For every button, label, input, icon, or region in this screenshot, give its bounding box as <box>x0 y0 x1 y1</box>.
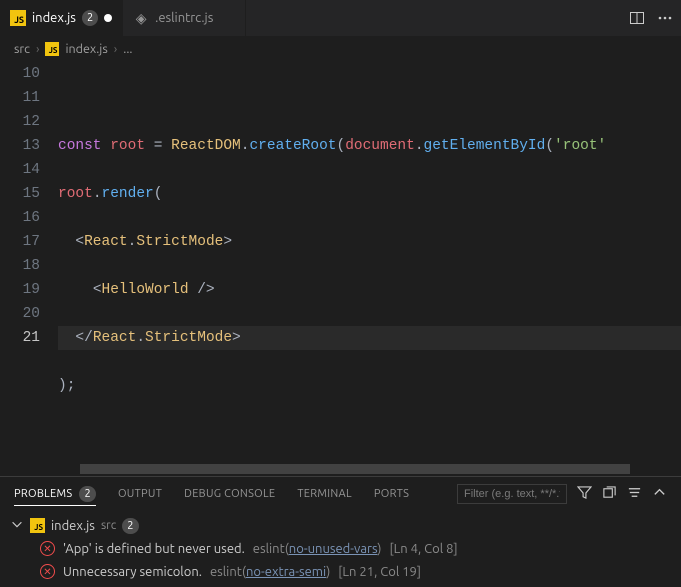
horizontal-scrollbar[interactable] <box>60 464 667 476</box>
dirty-indicator-icon <box>104 14 112 22</box>
problem-item[interactable]: ✕ 'App' is defined but never used. eslin… <box>10 537 671 560</box>
problems-file-path: src <box>101 519 116 532</box>
problems-file-name: index.js <box>51 519 95 533</box>
code-line[interactable]: const root = ReactDOM.createRoot(documen… <box>58 134 681 158</box>
js-file-icon: JS <box>45 42 59 56</box>
tab-eslintrc-js[interactable]: ◈ .eslintrc.js <box>123 0 246 36</box>
code-line[interactable]: </React.StrictMode> <box>58 326 681 350</box>
line-number: 12 <box>0 110 40 134</box>
code-content[interactable]: const root = ReactDOM.createRoot(documen… <box>58 62 681 464</box>
bottom-panel: PROBLEMS 2 OUTPUT DEBUG CONSOLE TERMINAL… <box>0 476 681 587</box>
error-icon: ✕ <box>40 541 55 556</box>
chevron-right-icon: › <box>114 42 118 56</box>
breadcrumb-segment[interactable]: src <box>14 42 30 56</box>
problem-message: Unnecessary semicolon. <box>63 565 202 579</box>
code-line[interactable]: <React.StrictMode> <box>58 230 681 254</box>
problem-message: 'App' is defined but never used. <box>63 542 245 556</box>
filter-icon[interactable] <box>577 485 592 503</box>
chevron-up-icon[interactable] <box>652 485 667 503</box>
collapse-all-icon[interactable] <box>602 485 617 503</box>
problems-file-group[interactable]: JS index.js src 2 <box>10 514 671 537</box>
problem-rule-link[interactable]: no-unused-vars <box>289 542 378 556</box>
eslint-file-icon: ◈ <box>133 10 149 26</box>
line-number: 21 <box>0 326 40 350</box>
line-number: 14 <box>0 158 40 182</box>
view-as-list-icon[interactable] <box>627 485 642 503</box>
split-editor-icon[interactable] <box>629 10 645 26</box>
line-number: 11 <box>0 86 40 110</box>
panel-tab-label: PROBLEMS <box>14 488 72 500</box>
chevron-down-icon[interactable] <box>10 517 24 534</box>
tab-problem-count-badge: 2 <box>82 10 98 26</box>
line-number: 18 <box>0 254 40 278</box>
tabs-bar: JS index.js 2 ◈ .eslintrc.js <box>0 0 681 36</box>
tab-output[interactable]: OUTPUT <box>118 488 162 500</box>
panel-tabs: PROBLEMS 2 OUTPUT DEBUG CONSOLE TERMINAL… <box>0 477 681 510</box>
code-line[interactable] <box>58 422 681 446</box>
line-number: 20 <box>0 302 40 326</box>
scrollbar-thumb[interactable] <box>80 464 630 474</box>
problem-source: eslint <box>253 542 285 556</box>
problems-list: JS index.js src 2 ✕ 'App' is defined but… <box>0 510 681 587</box>
code-line[interactable]: root.render( <box>58 182 681 206</box>
problem-location: [Ln 4, Col 8] <box>390 542 458 556</box>
problem-rule-link[interactable]: no-extra-semi <box>246 565 326 579</box>
tab-terminal[interactable]: TERMINAL <box>297 488 352 500</box>
js-file-icon: JS <box>30 518 45 533</box>
tab-ports[interactable]: PORTS <box>374 488 409 500</box>
problems-filter-input[interactable] <box>457 484 567 504</box>
more-actions-icon[interactable] <box>657 10 673 26</box>
error-icon: ✕ <box>40 564 55 579</box>
code-line[interactable]: <HelloWorld /> <box>58 278 681 302</box>
js-file-icon: JS <box>10 10 26 26</box>
file-problem-count-badge: 2 <box>122 518 138 534</box>
line-number: 19 <box>0 278 40 302</box>
line-number: 13 <box>0 134 40 158</box>
line-number-gutter: 10 11 12 13 14 15 16 17 18 19 20 21 <box>0 62 58 464</box>
problem-item[interactable]: ✕ Unnecessary semicolon. eslint(no-extra… <box>10 560 671 583</box>
code-line[interactable] <box>58 86 681 110</box>
line-number: 15 <box>0 182 40 206</box>
chevron-right-icon: › <box>36 42 40 56</box>
tab-label: index.js <box>32 11 76 25</box>
breadcrumb[interactable]: src › JS index.js › ... <box>0 36 681 62</box>
breadcrumb-segment[interactable]: index.js <box>65 42 107 56</box>
code-line[interactable]: ); <box>58 374 681 398</box>
line-number: 16 <box>0 206 40 230</box>
tab-label: .eslintrc.js <box>155 11 213 25</box>
tab-debug-console[interactable]: DEBUG CONSOLE <box>184 488 275 500</box>
problem-source: eslint <box>210 565 242 579</box>
tab-problems[interactable]: PROBLEMS 2 <box>14 486 96 506</box>
breadcrumb-segment[interactable]: ... <box>123 42 132 56</box>
problem-location: [Ln 21, Col 19] <box>338 565 421 579</box>
problems-count-badge: 2 <box>79 486 96 502</box>
line-number: 10 <box>0 62 40 86</box>
code-editor[interactable]: 10 11 12 13 14 15 16 17 18 19 20 21 cons… <box>0 62 681 464</box>
tab-index-js[interactable]: JS index.js 2 <box>0 0 123 36</box>
line-number: 17 <box>0 230 40 254</box>
